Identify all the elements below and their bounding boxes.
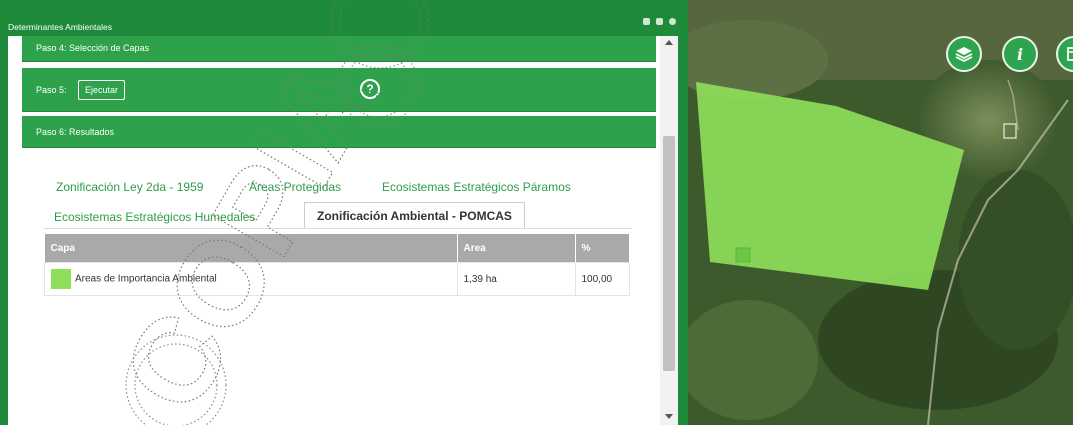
layers-button[interactable] bbox=[946, 36, 982, 72]
column-header-area[interactable]: Area bbox=[457, 234, 576, 263]
step5-header: Paso 5: Ejecutar ? bbox=[22, 68, 656, 112]
panel-titlebar[interactable]: Determinantes Ambientales bbox=[0, 0, 688, 36]
step4-label: Paso 4: Selección de Capas bbox=[36, 43, 150, 53]
step6-label: Paso 6: Resultados bbox=[36, 127, 115, 137]
minimize-icon[interactable] bbox=[643, 18, 650, 25]
info-button[interactable]: i bbox=[1002, 36, 1038, 72]
tab-ecosistemas-paramos[interactable]: Ecosistemas Estratégicos Páramos bbox=[382, 180, 571, 194]
tab-areas-protegidas[interactable]: Áreas Protegidas bbox=[249, 180, 341, 194]
cell-capa: Areas de Importancia Ambiental bbox=[44, 262, 458, 296]
panel-scrollbar[interactable] bbox=[660, 36, 678, 425]
table-header-row: Capa Area % bbox=[44, 234, 630, 263]
cell-percent: 100,00 bbox=[574, 262, 630, 296]
table-icon bbox=[1067, 47, 1073, 61]
panel-body: Paso 4: Selección de Capas Paso 5: Ejecu… bbox=[8, 36, 678, 425]
map-view[interactable]: i bbox=[688, 0, 1073, 425]
tab-ecosistemas-humedales[interactable]: Ecosistemas Estratégicos Humedales bbox=[54, 210, 255, 224]
close-icon[interactable] bbox=[669, 18, 676, 25]
scroll-thumb[interactable] bbox=[663, 136, 675, 371]
help-icon[interactable]: ? bbox=[360, 79, 380, 99]
column-header-percent[interactable]: % bbox=[575, 234, 630, 263]
restore-icon[interactable] bbox=[656, 18, 663, 25]
step6-header[interactable]: Paso 6: Resultados bbox=[22, 116, 656, 148]
info-icon: i bbox=[1016, 44, 1024, 64]
cell-capa-label: Areas de Importancia Ambiental bbox=[75, 273, 217, 285]
step4-header[interactable]: Paso 4: Selección de Capas bbox=[22, 36, 656, 62]
tab-divider bbox=[44, 228, 632, 229]
determinantes-panel: Determinantes Ambientales Paso 4: Selecc… bbox=[0, 0, 688, 425]
column-header-capa[interactable]: Capa bbox=[44, 234, 458, 263]
tab-zonificacion-ley2da[interactable]: Zonificación Ley 2da - 1959 bbox=[56, 180, 203, 194]
cell-area: 1,39 ha bbox=[456, 262, 576, 296]
results-table: Capa Area % Areas de Importancia Ambient… bbox=[44, 234, 630, 296]
step5-label: Paso 5: bbox=[36, 85, 67, 95]
table-row[interactable]: Areas de Importancia Ambiental 1,39 ha 1… bbox=[44, 262, 630, 296]
layers-icon bbox=[955, 47, 973, 63]
tab-zonificacion-pomcas[interactable]: Zonificación Ambiental - POMCAS bbox=[304, 202, 525, 229]
ejecutar-button[interactable]: Ejecutar bbox=[78, 80, 126, 100]
scroll-down-icon[interactable] bbox=[665, 414, 673, 419]
legend-swatch bbox=[51, 269, 71, 289]
scroll-up-icon[interactable] bbox=[665, 40, 673, 45]
panel-window-controls bbox=[643, 18, 676, 25]
panel-title: Determinantes Ambientales bbox=[8, 22, 112, 32]
